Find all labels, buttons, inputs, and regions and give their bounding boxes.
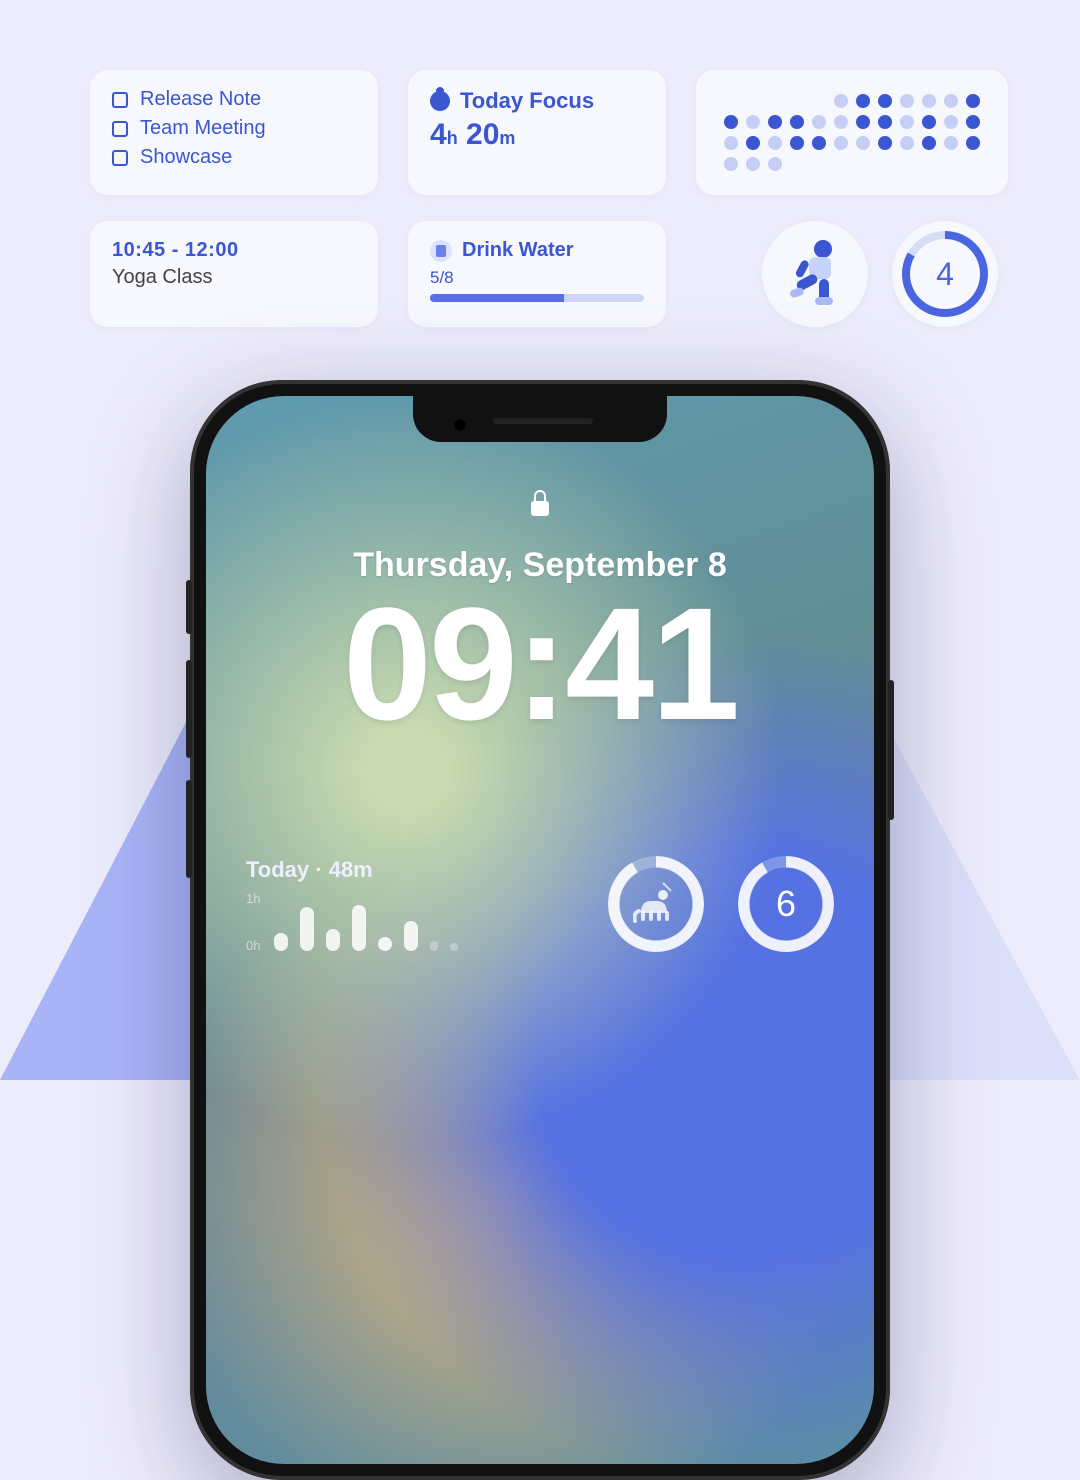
vol-down-button [186,780,192,878]
cat-icon [633,879,679,930]
widget-checklist[interactable]: Release Note Team Meeting Showcase [90,70,378,195]
y-label-top: 1h [246,891,260,906]
lockscreen-widgets: Today · 48m 1h 0h [246,856,834,952]
lockscreen-ring-pet[interactable] [608,856,704,952]
checklist-label: Release Note [140,88,261,111]
checklist-label: Showcase [140,146,232,169]
phone-mockup: Thursday, September 8 09:41 Today · 48m … [190,380,890,1480]
notch [413,396,667,442]
focus-title: Today Focus [460,88,594,114]
chart-bars [274,893,458,951]
widget-dot-grid[interactable] [696,70,1008,195]
schedule-time: 10:45 - 12:00 [112,239,356,262]
widget-grid: Release Note Team Meeting Showcase Today… [90,70,1000,327]
widget-focus[interactable]: Today Focus 4h 20m [408,70,666,195]
schedule-title: Yoga Class [112,266,356,289]
chart-title: Today · 48m [246,857,574,883]
water-count: 5/8 [430,268,644,288]
mute-switch [186,580,192,634]
power-button [888,680,894,820]
checklist-item[interactable]: Team Meeting [112,117,356,140]
phone-screen: Thursday, September 8 09:41 Today · 48m … [206,396,874,1464]
checklist-item[interactable]: Showcase [112,146,356,169]
widget-round-pair: 4 [696,221,1008,327]
counter-value: 4 [910,239,980,309]
ring-value: 6 [776,883,796,925]
widget-water[interactable]: Drink Water 5/8 [408,221,666,327]
water-title: Drink Water [462,239,574,262]
lockscreen-chart[interactable]: Today · 48m 1h 0h [246,857,574,951]
checklist-item[interactable]: Release Note [112,88,356,111]
checkbox-icon[interactable] [112,121,128,137]
lockscreen-ring-count[interactable]: 6 [738,856,834,952]
checkbox-icon[interactable] [112,150,128,166]
vol-up-button [186,660,192,758]
lockscreen-time: 09:41 [206,572,874,756]
checklist-label: Team Meeting [140,117,266,140]
widget-counter[interactable]: 4 [892,221,998,327]
y-label-bottom: 0h [246,938,260,953]
progress-ring: 4 [902,231,988,317]
dot-grid [718,88,986,177]
cup-icon [430,240,452,262]
runner-icon [785,239,845,309]
tomato-icon [430,91,450,111]
widget-activity[interactable] [762,221,868,327]
lock-icon [531,490,549,516]
water-progress [430,294,644,302]
checkbox-icon[interactable] [112,92,128,108]
focus-time: 4h 20m [430,118,644,152]
widget-schedule[interactable]: 10:45 - 12:00 Yoga Class [90,221,378,327]
